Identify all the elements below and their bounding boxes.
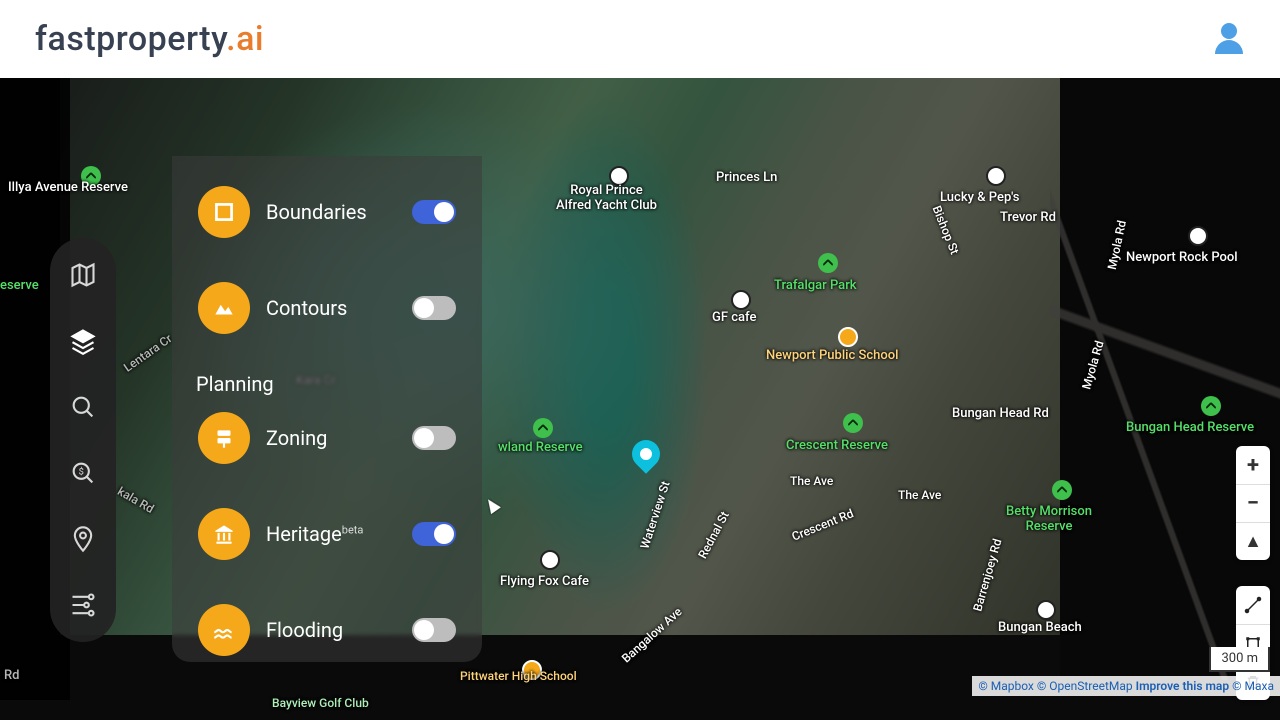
attr-link[interactable]: © Maxa xyxy=(1232,679,1274,693)
map-label: The Ave xyxy=(790,474,833,488)
poi-icon[interactable] xyxy=(1036,600,1056,620)
logo-main: fastproperty xyxy=(35,19,226,59)
layer-label: Contours xyxy=(266,296,396,320)
map-label: Trafalgar Park xyxy=(774,278,857,293)
draw-line-button[interactable] xyxy=(1236,586,1270,624)
map-label: Illya Avenue Reserve xyxy=(8,180,128,195)
map-label: Royal Prince Alfred Yacht Club xyxy=(556,183,657,213)
map-label: Newport Rock Pool xyxy=(1126,250,1238,265)
zoom-in-button[interactable]: + xyxy=(1236,446,1270,484)
attr-link[interactable]: © Mapbox xyxy=(978,679,1034,693)
poi-icon[interactable] xyxy=(986,166,1006,186)
layer-heritage[interactable]: Heritagebeta xyxy=(190,496,464,572)
contours-toggle[interactable] xyxy=(412,296,456,320)
map-label: Betty Morrison Reserve xyxy=(1006,504,1092,534)
layer-label: Heritagebeta xyxy=(266,522,396,546)
map-label: wland Reserve xyxy=(498,440,583,455)
school-poi-icon[interactable] xyxy=(838,327,858,347)
map-label: Rd xyxy=(4,668,20,683)
filter-button[interactable] xyxy=(66,588,100,622)
user-avatar-icon[interactable] xyxy=(1213,23,1245,55)
map-label: Bayview Golf Club xyxy=(272,696,369,710)
compass-button[interactable]: ▲ xyxy=(1236,522,1270,560)
attr-link[interactable]: Improve this map xyxy=(1136,679,1229,693)
poi-icon[interactable] xyxy=(540,550,560,570)
layers-button[interactable] xyxy=(66,324,100,358)
park-poi-icon[interactable] xyxy=(818,253,838,273)
park-poi-icon[interactable] xyxy=(533,418,553,438)
layer-label: Flooding xyxy=(266,618,396,642)
poi-icon[interactable] xyxy=(731,290,751,310)
park-poi-icon[interactable] xyxy=(1052,480,1072,500)
map-view-button[interactable] xyxy=(66,258,100,292)
boundaries-toggle[interactable] xyxy=(412,200,456,224)
map-label: GF cafe xyxy=(712,310,756,325)
map-label: Trevor Rd xyxy=(1000,210,1056,225)
map-label: Bungan Head Reserve xyxy=(1126,420,1254,435)
svg-text:$: $ xyxy=(79,467,84,478)
section-heading: Planning xyxy=(196,372,464,396)
park-poi-icon[interactable] xyxy=(843,413,863,433)
boundaries-icon xyxy=(198,186,250,238)
heritage-toggle[interactable] xyxy=(412,522,456,546)
logo-suffix: .ai xyxy=(226,19,264,59)
zoom-controls: + − ▲ xyxy=(1236,446,1270,560)
app-logo: fastproperty.ai xyxy=(35,19,264,59)
flooding-icon xyxy=(198,604,250,656)
layers-panel: Boundaries Contours Planning Zoning Heri… xyxy=(172,156,482,662)
map-label: Newport Public School xyxy=(766,348,898,363)
layer-contours[interactable]: Contours xyxy=(190,270,464,346)
map-label: Crescent Reserve xyxy=(786,438,888,453)
attr-link[interactable]: © OpenStreetMap xyxy=(1037,679,1133,693)
map-attribution: © Mapbox © OpenStreetMap Improve this ma… xyxy=(972,676,1280,696)
map-label: Bungan Head Rd xyxy=(952,406,1049,421)
poi-icon[interactable] xyxy=(1188,226,1208,246)
layer-label: Zoning xyxy=(266,426,396,450)
layer-label: Boundaries xyxy=(266,200,396,224)
map-label: eserve xyxy=(0,278,39,293)
map-label: Flying Fox Cafe xyxy=(500,574,589,589)
zoning-icon xyxy=(198,412,250,464)
map-toolbar: $ xyxy=(50,238,116,642)
heritage-icon xyxy=(198,508,250,560)
zoning-toggle[interactable] xyxy=(412,426,456,450)
map-label: Bungan Beach xyxy=(998,620,1082,635)
scale-bar: 300 m xyxy=(1209,647,1270,672)
search-button[interactable] xyxy=(66,390,100,424)
layer-zoning[interactable]: Zoning xyxy=(190,400,464,476)
app-header: fastproperty.ai xyxy=(0,0,1280,78)
price-inspect-button[interactable]: $ xyxy=(66,456,100,490)
layer-boundaries[interactable]: Boundaries xyxy=(190,174,464,250)
location-pin-icon[interactable] xyxy=(632,440,660,480)
layer-flooding[interactable]: Flooding xyxy=(190,592,464,662)
map-label: Princes Ln xyxy=(716,170,777,185)
map-label: The Ave xyxy=(898,488,941,502)
beta-badge: beta xyxy=(342,523,364,536)
map-label: Pittwater High School xyxy=(460,669,577,683)
park-poi-icon[interactable] xyxy=(1201,396,1221,416)
location-pin-button[interactable] xyxy=(66,522,100,556)
map-canvas[interactable]: Illya Avenue Reserve Royal Prince Alfred… xyxy=(0,78,1280,720)
flooding-toggle[interactable] xyxy=(412,618,456,642)
map-label: Lucky & Pep's xyxy=(940,190,1019,205)
contours-icon xyxy=(198,282,250,334)
mouse-cursor-icon xyxy=(486,498,500,518)
zoom-out-button[interactable]: − xyxy=(1236,484,1270,522)
